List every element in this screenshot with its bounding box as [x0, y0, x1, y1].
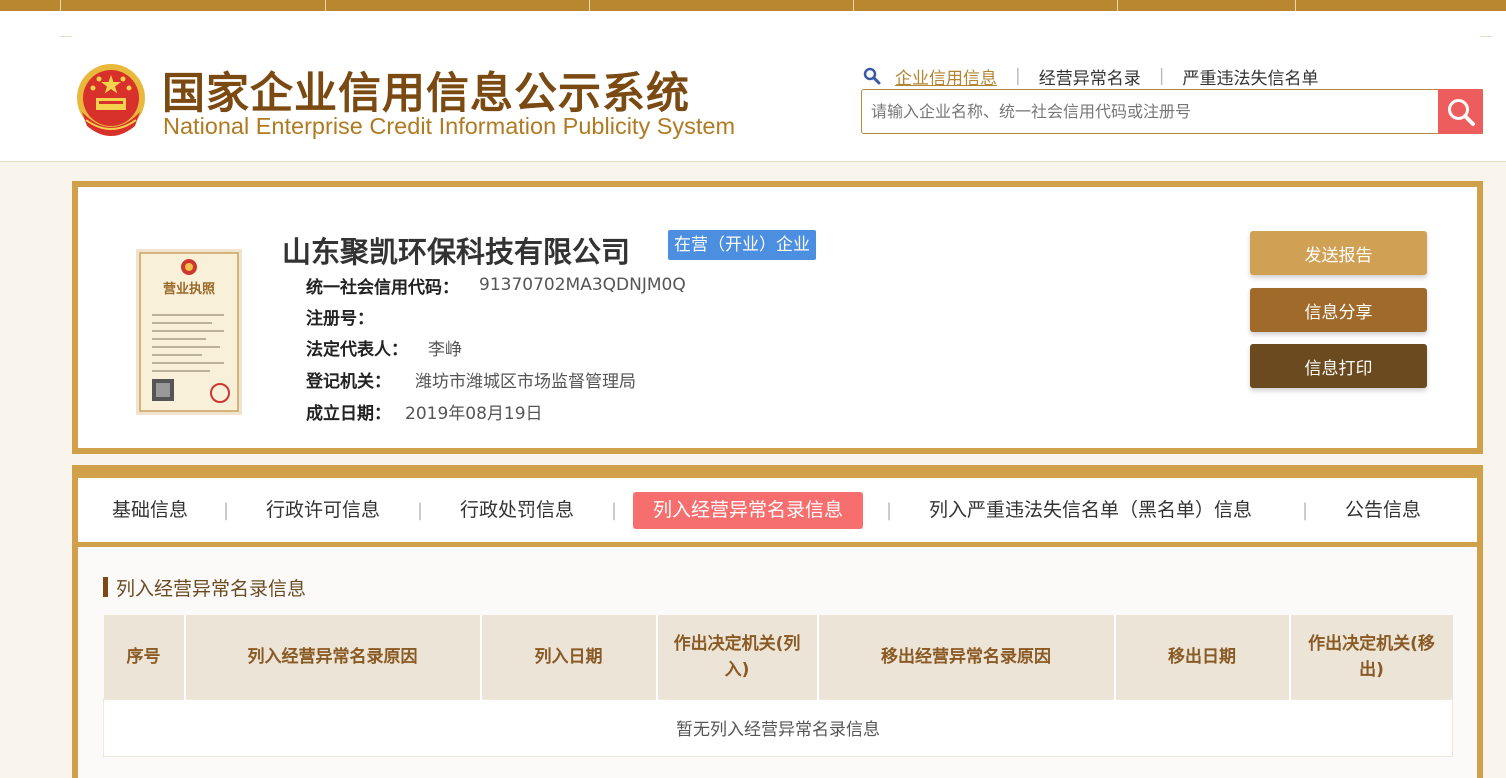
national-emblem-icon: [77, 64, 145, 136]
column-header: 序号: [103, 615, 186, 699]
print-info-button[interactable]: 信息打印: [1250, 344, 1427, 388]
search-icon: [1447, 98, 1475, 126]
status-badge: 在营（开业）企业: [668, 230, 816, 260]
details-panel: 基础信息 | 行政许可信息 | 行政处罚信息 | 列入经营异常名录信息 | 列入…: [72, 465, 1483, 778]
share-info-button[interactable]: 信息分享: [1250, 288, 1427, 332]
search-box: [861, 89, 1483, 134]
info-value: 潍坊市潍城区市场监督管理局: [415, 371, 636, 392]
info-label: 成立日期：: [306, 403, 391, 424]
company-name: 山东聚凯环保科技有限公司: [282, 235, 631, 269]
info-credit-code: 统一社会信用代码： 91370702MA3QDNJM0Q: [306, 273, 686, 298]
site-title-cn: 国家企业信用信息公示系统: [162, 69, 690, 119]
info-legal-rep: 法定代表人： 李峥: [306, 335, 462, 360]
column-header: 列入经营异常名录原因: [184, 615, 482, 699]
license-title: 营业执照: [163, 281, 215, 297]
nav-separator: |: [1158, 66, 1165, 86]
column-header: 作出决定机关(移出): [1289, 615, 1453, 699]
tab-serious-violation[interactable]: 列入严重违法失信名单（黑名单）信息: [929, 492, 1252, 529]
tab-separator: |: [611, 500, 618, 521]
site-title-en: National Enterprise Credit Information P…: [163, 113, 736, 139]
tab-announcements[interactable]: 公告信息: [1345, 492, 1421, 529]
section-title-marker: [103, 577, 108, 597]
tab-abnormal-operation[interactable]: 列入经营异常名录信息: [633, 492, 864, 529]
search-input[interactable]: [862, 90, 1438, 133]
section-title-text: 列入经营异常名录信息: [116, 577, 307, 600]
info-registration-authority: 登记机关： 潍坊市潍城区市场监督管理局: [306, 367, 636, 392]
top-nav: 企业信用信息 | 经营异常名录 | 严重违法失信名单: [863, 64, 1318, 89]
top-strip: [0, 0, 1506, 11]
tab-bar: 基础信息 | 行政许可信息 | 行政处罚信息 | 列入经营异常名录信息 | 列入…: [78, 478, 1477, 542]
nav-separator: |: [1015, 66, 1021, 86]
empty-table-message: 暂无列入经营异常名录信息: [103, 698, 1453, 757]
info-label: 登记机关：: [306, 371, 391, 392]
tab-content: 列入经营异常名录信息 序号 列入经营异常名录原因 列入日期 作出决定机关(列入)…: [78, 547, 1477, 778]
tab-separator: |: [223, 500, 230, 521]
tab-separator: |: [417, 500, 424, 521]
info-label: 注册号：: [306, 308, 374, 329]
info-value: 91370702MA3QDNJM0Q: [479, 275, 686, 295]
nav-serious-violation-list[interactable]: 严重违法失信名单: [1182, 64, 1318, 89]
info-registration-no: 注册号：: [306, 304, 374, 329]
info-value: 李峥: [428, 339, 462, 360]
tab-separator: |: [886, 500, 893, 521]
tab-separator: |: [1302, 500, 1309, 521]
abnormal-list-table: 序号 列入经营异常名录原因 列入日期 作出决定机关(列入) 移出经营异常名录原因…: [103, 615, 1453, 757]
magnifier-icon: [863, 67, 881, 85]
nav-enterprise-credit[interactable]: 企业信用信息: [895, 64, 997, 89]
info-label: 法定代表人：: [306, 339, 408, 360]
column-header: 列入日期: [480, 615, 658, 699]
tab-admin-penalty[interactable]: 行政处罚信息: [460, 492, 574, 529]
column-header: 作出决定机关(列入): [656, 615, 819, 699]
table-row: 暂无列入经营异常名录信息: [103, 698, 1453, 757]
column-header: 移出日期: [1114, 615, 1291, 699]
business-license-icon: 营业执照: [136, 249, 242, 415]
search-button[interactable]: [1438, 89, 1483, 134]
site-header: 国家企业信用信息公示系统 National Enterprise Credit …: [0, 11, 1506, 162]
tab-basic-info[interactable]: 基础信息: [112, 492, 188, 529]
section-title: 列入经营异常名录信息: [103, 576, 307, 600]
tab-admin-license[interactable]: 行政许可信息: [266, 492, 380, 529]
info-value: 2019年08月19日: [405, 403, 543, 424]
info-label: 统一社会信用代码：: [306, 277, 459, 298]
send-report-button[interactable]: 发送报告: [1250, 231, 1427, 275]
nav-abnormal-list[interactable]: 经营异常名录: [1039, 64, 1141, 89]
table-header-row: 序号 列入经营异常名录原因 列入日期 作出决定机关(列入) 移出经营异常名录原因…: [103, 615, 1453, 699]
company-card: 营业执照 山东聚凯环保科技有限公司 在营（开业）企业 统一社会信用代码： 913…: [72, 181, 1483, 454]
column-header: 移出经营异常名录原因: [817, 615, 1116, 699]
info-established-date: 成立日期： 2019年08月19日: [306, 399, 543, 424]
